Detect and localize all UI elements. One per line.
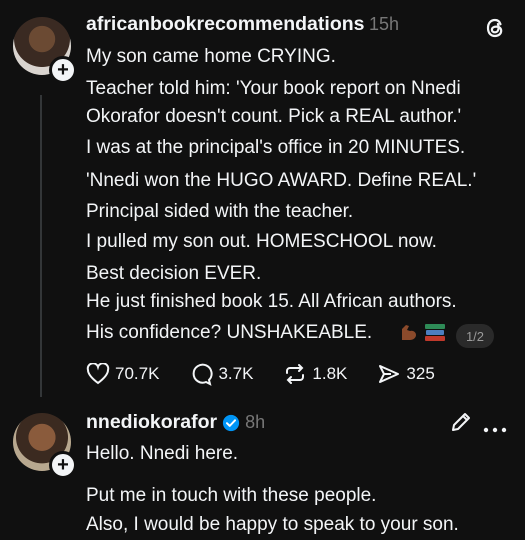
post-line: I pulled my son out. HOMESCHOOL now. [86, 231, 437, 252]
verified-badge-icon [222, 414, 240, 431]
reply-line: Put me in touch with these people. [86, 485, 377, 506]
post-line: Best decision EVER. [86, 263, 262, 284]
post-line: He just finished book 15. All African au… [86, 291, 457, 312]
follow-plus-button[interactable]: + [49, 56, 77, 84]
username[interactable]: nnediokorafor [86, 411, 217, 434]
post-line: Okorafor doesn't count. Pick a REAL auth… [86, 106, 462, 127]
edit-icon[interactable] [450, 411, 472, 433]
books-icon [423, 322, 447, 344]
post-line: My son came home CRYING. [86, 46, 336, 67]
post-time: 15h [368, 14, 399, 34]
repost-count: 1.8K [312, 364, 348, 383]
repost-icon [286, 364, 305, 384]
follow-plus-button[interactable]: + [49, 451, 77, 479]
username[interactable]: africanbookrecommendations [86, 13, 364, 35]
action-bar: 70.7K 3.7K 1.8K 325 [86, 362, 465, 386]
post-header: africanbookrecommendations 15h [86, 13, 399, 36]
reply-button[interactable]: 3.7K [189, 362, 253, 386]
reply-line: Hello. Nnedi here. [86, 443, 239, 464]
comment-icon [193, 363, 214, 386]
post-line: Teacher told him: 'Your book report on N… [86, 78, 461, 99]
post-line: I was at the principal's office in 20 MI… [86, 137, 466, 158]
post-line: 'Nnedi won the HUGO AWARD. Define REAL.' [86, 170, 477, 191]
share-button[interactable]: 325 [377, 362, 435, 386]
post-line: His confidence? UNSHAKEABLE. [86, 322, 373, 343]
threads-logo-icon [483, 16, 507, 40]
heart-icon [86, 363, 110, 385]
reply-time: 8h [245, 412, 266, 432]
flexed-biceps-icon [396, 320, 420, 344]
share-count: 325 [406, 364, 435, 383]
reply-header: nnediokorafor 8h [86, 411, 265, 434]
send-icon [379, 365, 400, 383]
reply-line: Also, I would be happy to speak to your … [86, 514, 459, 535]
reply-count: 3.7K [218, 364, 254, 383]
more-options-icon[interactable] [483, 420, 507, 433]
like-button[interactable]: 70.7K [86, 363, 159, 385]
thread-connector-line [40, 95, 42, 397]
repost-button[interactable]: 1.8K [283, 362, 347, 386]
page-indicator: 1/2 [456, 324, 494, 348]
like-count: 70.7K [115, 364, 160, 383]
post-line: Principal sided with the teacher. [86, 201, 354, 222]
